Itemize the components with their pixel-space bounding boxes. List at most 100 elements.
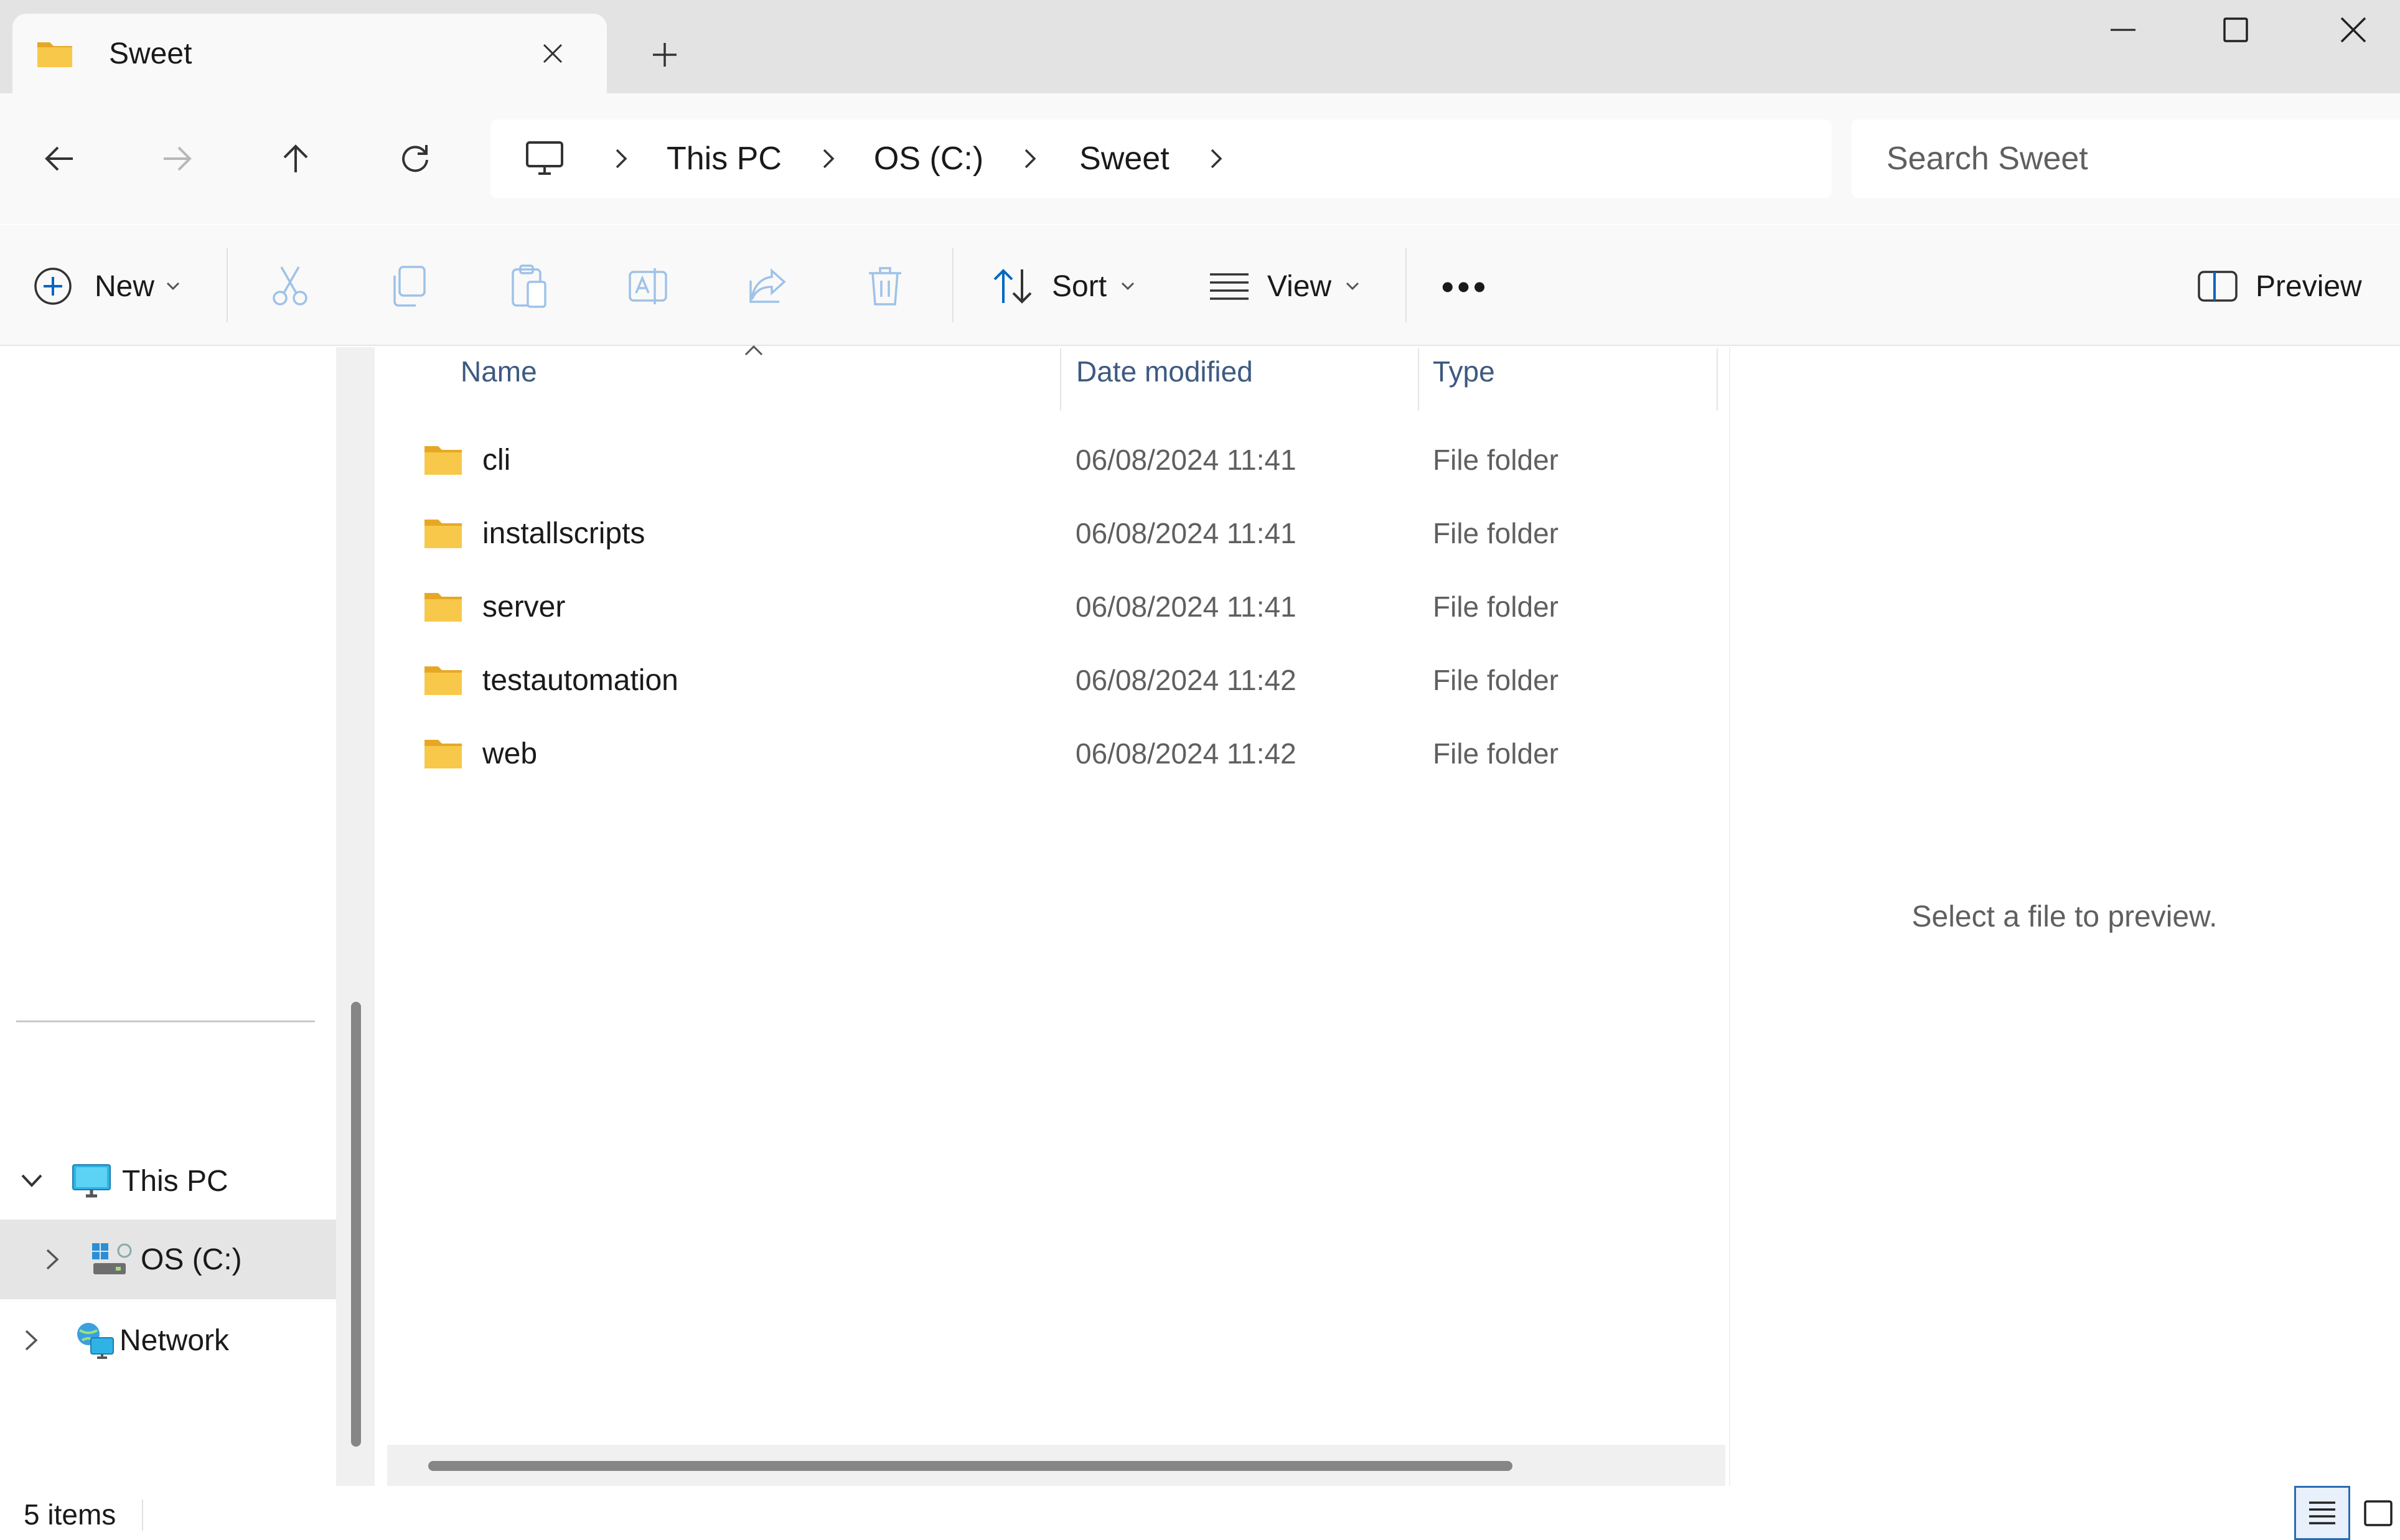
- minimize-icon: [2111, 29, 2135, 31]
- table-row[interactable]: testautomation 06/08/2024 11:42 File fol…: [423, 643, 1718, 717]
- cut-button[interactable]: [270, 236, 310, 336]
- preview-pane-icon: [2197, 270, 2238, 302]
- view-label: View: [1267, 269, 1332, 303]
- nav-item-os-c[interactable]: OS (C:): [0, 1220, 336, 1299]
- column-divider[interactable]: [1060, 348, 1061, 411]
- file-name[interactable]: web: [482, 737, 537, 771]
- chevron-right-icon[interactable]: [1008, 137, 1052, 180]
- monitor-icon: [71, 1162, 112, 1200]
- copy-button[interactable]: [390, 236, 429, 336]
- breadcrumb-this-pc[interactable]: This PC: [667, 140, 782, 177]
- search-input[interactable]: [1852, 119, 2400, 198]
- table-row[interactable]: web 06/08/2024 11:42 File folder: [423, 717, 1718, 790]
- column-divider[interactable]: [1717, 348, 1718, 411]
- nav-item-this-pc[interactable]: This PC: [0, 1141, 336, 1221]
- tab-sweet[interactable]: Sweet: [12, 14, 607, 93]
- folder-icon: [423, 515, 463, 552]
- back-button[interactable]: [25, 124, 93, 193]
- chevron-right-icon[interactable]: [24, 1328, 39, 1352]
- chevron-right-icon[interactable]: [599, 137, 643, 180]
- sort-label: Sort: [1052, 269, 1107, 303]
- column-header-type[interactable]: Type: [1433, 355, 1495, 388]
- maximize-button[interactable]: [2177, 0, 2295, 60]
- chevron-right-icon[interactable]: [807, 137, 850, 180]
- nav-label-this-pc: This PC: [122, 1164, 228, 1198]
- sort-icon: [991, 267, 1034, 306]
- folder-icon: [423, 588, 463, 625]
- column-divider[interactable]: [1418, 348, 1419, 411]
- file-type: File folder: [1433, 737, 1559, 770]
- file-date: 06/08/2024 11:41: [1076, 517, 1296, 549]
- network-icon: [75, 1320, 116, 1360]
- file-date: 06/08/2024 11:42: [1076, 737, 1296, 770]
- file-name[interactable]: installscripts: [482, 516, 645, 551]
- items-count: 5 items: [24, 1498, 116, 1531]
- paste-button[interactable]: [509, 236, 549, 336]
- chevron-right-icon[interactable]: [45, 1248, 60, 1271]
- folder-icon: [423, 441, 463, 478]
- list-view-icon: [1209, 272, 1250, 301]
- preview-pane-button[interactable]: Preview: [2197, 236, 2362, 336]
- plus-circle-icon: [32, 266, 73, 307]
- file-type: File folder: [1433, 664, 1559, 696]
- sort-ascending-icon: [743, 343, 764, 357]
- folder-icon: [35, 34, 75, 73]
- breadcrumb-sweet[interactable]: Sweet: [1079, 140, 1170, 177]
- monitor-icon[interactable]: [525, 140, 565, 177]
- drive-icon: [91, 1242, 132, 1277]
- breadcrumb-os-c[interactable]: OS (C:): [874, 140, 983, 177]
- minimize-button[interactable]: [2064, 0, 2182, 60]
- file-list-scrollbar-thumb[interactable]: [428, 1461, 1512, 1471]
- nav-item-network[interactable]: Network: [0, 1300, 336, 1380]
- column-header-date[interactable]: Date modified: [1076, 355, 1253, 388]
- paste-icon: [512, 264, 546, 308]
- column-header-name[interactable]: Name: [461, 355, 537, 388]
- file-date: 06/08/2024 11:41: [1076, 444, 1296, 476]
- close-window-button[interactable]: [2294, 0, 2400, 60]
- refresh-button[interactable]: [381, 124, 449, 193]
- chevron-down-icon[interactable]: [20, 1173, 44, 1189]
- forward-button[interactable]: [143, 124, 212, 193]
- view-button[interactable]: View: [1209, 236, 1360, 336]
- breadcrumb[interactable]: This PC OS (C:) Sweet: [490, 119, 1832, 198]
- folder-icon: [423, 735, 463, 772]
- sort-button[interactable]: Sort: [991, 236, 1135, 336]
- chevron-down-icon: [1345, 281, 1360, 291]
- table-row[interactable]: installscripts 06/08/2024 11:41 File fol…: [423, 497, 1718, 570]
- file-type: File folder: [1433, 517, 1559, 549]
- toolbar-separator: [952, 248, 954, 322]
- more-options-button[interactable]: •••: [1441, 236, 1489, 336]
- file-name[interactable]: cli: [482, 443, 510, 477]
- new-button[interactable]: New: [32, 236, 180, 336]
- tab-title: Sweet: [109, 37, 192, 70]
- more-options-icon: •••: [1441, 266, 1489, 306]
- folder-icon: [423, 661, 463, 699]
- copy-icon: [393, 266, 426, 307]
- scissors-icon: [273, 266, 307, 306]
- nav-separator: [16, 1020, 315, 1022]
- trash-icon: [869, 267, 901, 306]
- file-date: 06/08/2024 11:41: [1076, 590, 1296, 623]
- preview-label: Preview: [2256, 269, 2362, 303]
- command-bar: [0, 225, 2400, 346]
- nav-label-os-c: OS (C:): [141, 1243, 242, 1276]
- arrow-right-icon: [164, 146, 192, 171]
- maximize-icon: [2223, 17, 2248, 42]
- nav-label-network: Network: [120, 1323, 230, 1357]
- delete-button[interactable]: [866, 236, 904, 336]
- table-row[interactable]: cli 06/08/2024 11:41 File folder: [423, 423, 1718, 497]
- share-button[interactable]: [747, 236, 788, 336]
- close-icon[interactable]: [525, 26, 581, 82]
- table-row[interactable]: server 06/08/2024 11:41 File folder: [423, 570, 1718, 643]
- up-button[interactable]: [261, 124, 330, 193]
- tiles-view-button[interactable]: [2356, 1486, 2400, 1540]
- rename-button[interactable]: [627, 236, 668, 336]
- new-tab-button[interactable]: [641, 31, 688, 78]
- nav-scrollbar-thumb[interactable]: [351, 1002, 361, 1447]
- file-name[interactable]: server: [482, 590, 565, 624]
- details-view-button[interactable]: [2294, 1486, 2350, 1540]
- status-separator: [142, 1500, 143, 1531]
- toolbar-separator: [1405, 248, 1407, 322]
- file-name[interactable]: testautomation: [482, 663, 678, 698]
- chevron-right-icon[interactable]: [1194, 137, 1238, 180]
